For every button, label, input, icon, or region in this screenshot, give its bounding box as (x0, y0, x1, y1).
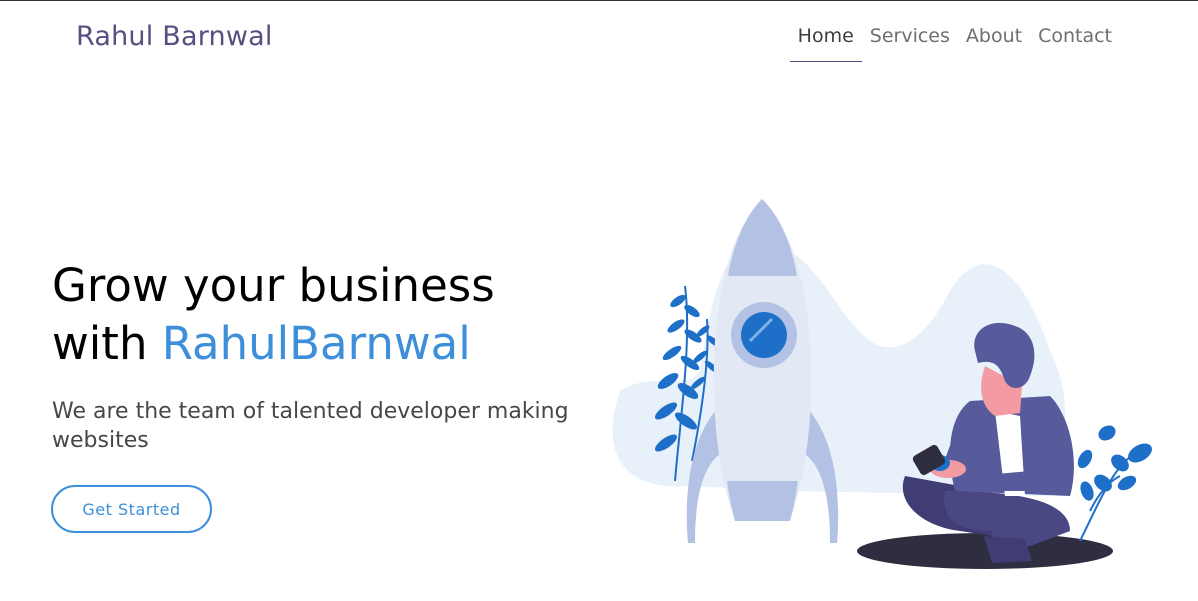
hero-title-prefix: with (52, 317, 162, 370)
hero-subtitle: We are the team of talented developer ma… (52, 399, 569, 453)
get-started-button[interactable]: Get Started (51, 485, 212, 533)
nav-about[interactable]: About (958, 25, 1030, 62)
hero-title: Grow your business with RahulBarnwal (52, 257, 495, 373)
nav-contact[interactable]: Contact (1030, 25, 1120, 62)
hero-title-accent: RahulBarnwal (161, 317, 471, 370)
main-nav: Home Services About Contact (789, 25, 1120, 62)
hero-title-line1: Grow your business (52, 259, 495, 312)
nav-home[interactable]: Home (789, 25, 862, 62)
plant-right-icon (1077, 425, 1152, 542)
site-logo[interactable]: Rahul Barnwal (76, 21, 273, 52)
nav-services[interactable]: Services (862, 25, 958, 62)
hero-illustration (612, 199, 1152, 569)
